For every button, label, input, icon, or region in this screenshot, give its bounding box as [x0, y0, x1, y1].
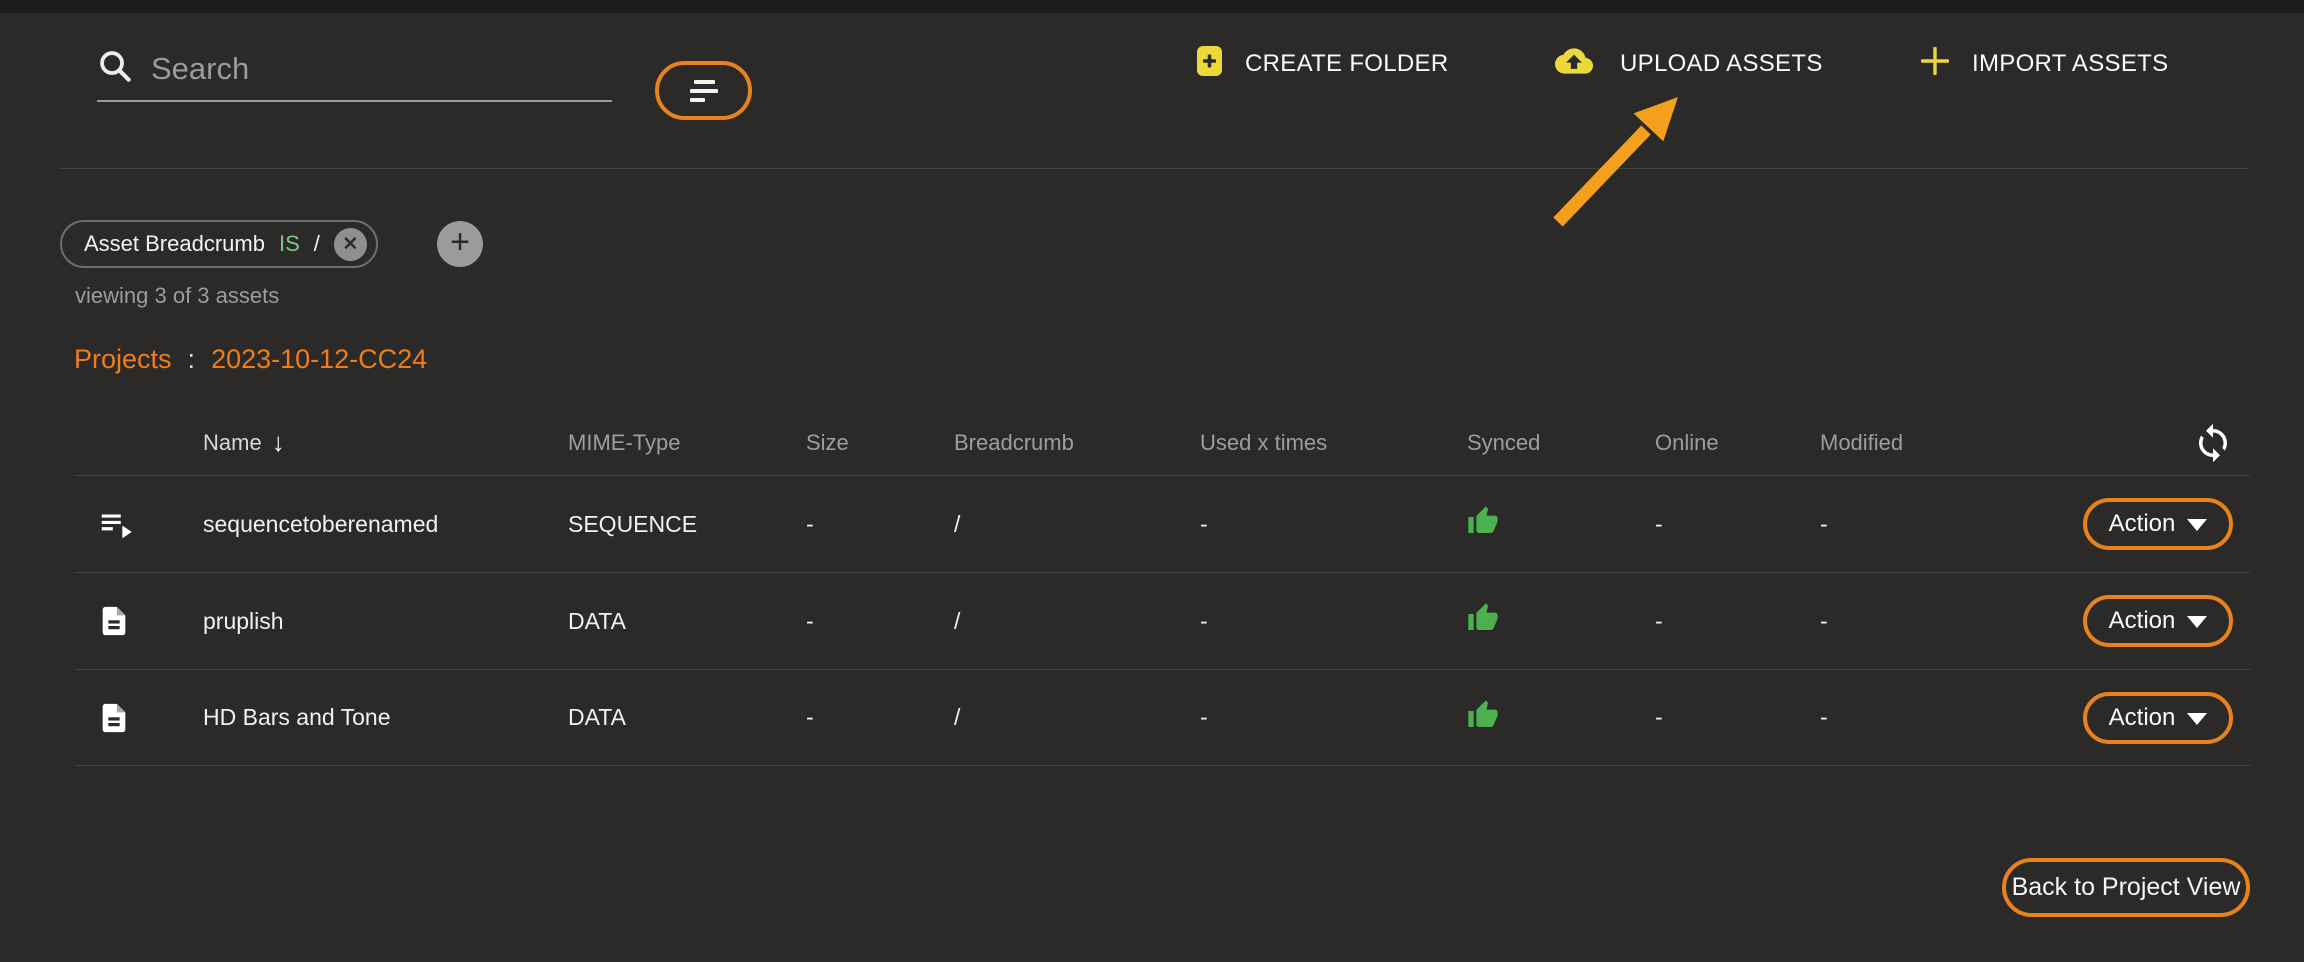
import-assets-label: IMPORT ASSETS	[1972, 50, 2168, 78]
column-header-mime-type[interactable]: MIME-Type	[568, 430, 806, 456]
cell-modified: -	[1820, 608, 2060, 635]
thumbs-up-icon	[1467, 602, 1499, 634]
thumbs-up-icon	[1467, 699, 1499, 731]
cell-breadcrumb: /	[954, 511, 1200, 538]
filter-lines-icon	[690, 80, 718, 102]
asset-table: Name ↓ MIME-Type Size Breadcrumb Used x …	[75, 410, 2250, 766]
add-filter-button[interactable]: +	[437, 221, 483, 267]
cell-online: -	[1655, 608, 1820, 635]
document-icon	[75, 699, 203, 737]
table-row[interactable]: sequencetoberenamed SEQUENCE - / - - - A…	[75, 475, 2250, 572]
cell-breadcrumb: /	[954, 608, 1200, 635]
cell-synced	[1467, 505, 1655, 543]
search-field-wrap	[97, 38, 612, 102]
filter-chip-value: /	[314, 231, 320, 257]
breadcrumb-separator: :	[188, 344, 196, 375]
cell-size: -	[806, 511, 954, 538]
cell-online: -	[1655, 704, 1820, 731]
asset-manager-screen: CREATE FOLDER UPLOAD ASSETS IMPORT ASSET…	[0, 0, 2304, 962]
search-input[interactable]	[151, 51, 612, 87]
refresh-icon	[2192, 422, 2234, 464]
cell-mime-type: SEQUENCE	[568, 511, 806, 538]
filter-chip-asset-breadcrumb[interactable]: Asset Breadcrumb IS / ✕	[60, 220, 378, 268]
document-icon	[75, 602, 203, 640]
breadcrumb-projects-link[interactable]: Projects	[74, 344, 172, 375]
refresh-button[interactable]	[2192, 422, 2234, 464]
folder-plus-icon	[1196, 45, 1223, 84]
column-header-size[interactable]: Size	[806, 430, 954, 456]
table-row[interactable]: pruplish DATA - / - - - Action	[75, 572, 2250, 669]
close-icon: ✕	[342, 233, 358, 256]
breadcrumb-current-project-link[interactable]: 2023-10-12-CC24	[211, 344, 427, 375]
cell-synced	[1467, 699, 1655, 737]
action-menu-button[interactable]: Action	[2083, 595, 2233, 647]
cell-online: -	[1655, 511, 1820, 538]
action-menu-button[interactable]: Action	[2083, 692, 2233, 744]
upload-pointer-arrow	[1520, 80, 1700, 240]
table-row[interactable]: HD Bars and Tone DATA - / - - - Action	[75, 669, 2250, 766]
window-top-strip	[0, 0, 2304, 13]
create-folder-button[interactable]: CREATE FOLDER	[1196, 42, 1448, 86]
cell-name: HD Bars and Tone	[203, 704, 568, 731]
asset-count-summary: viewing 3 of 3 assets	[75, 283, 279, 309]
back-to-project-view-button[interactable]: Back to Project View	[2002, 858, 2250, 917]
cell-used-x-times: -	[1200, 608, 1467, 635]
filter-chip-operator: IS	[279, 231, 300, 257]
create-folder-label: CREATE FOLDER	[1245, 50, 1448, 78]
column-header-synced[interactable]: Synced	[1467, 430, 1655, 456]
column-header-online[interactable]: Online	[1655, 430, 1820, 456]
plus-icon	[1920, 46, 1950, 83]
column-header-name[interactable]: Name ↓	[203, 427, 568, 458]
cell-mime-type: DATA	[568, 608, 806, 635]
cell-size: -	[806, 704, 954, 731]
cell-breadcrumb: /	[954, 704, 1200, 731]
cell-modified: -	[1820, 511, 2060, 538]
cell-name: pruplish	[203, 608, 568, 635]
cell-synced	[1467, 602, 1655, 640]
cell-size: -	[806, 608, 954, 635]
filter-options-button[interactable]	[655, 61, 752, 120]
filter-chip-field: Asset Breadcrumb	[84, 231, 265, 257]
cell-name: sequencetoberenamed	[203, 511, 568, 538]
breadcrumb: Projects : 2023-10-12-CC24	[74, 344, 427, 375]
search-icon	[97, 48, 135, 91]
cell-modified: -	[1820, 704, 2060, 731]
chevron-down-icon	[2187, 519, 2207, 531]
upload-assets-label: UPLOAD ASSETS	[1620, 50, 1823, 78]
sequence-icon	[75, 505, 203, 543]
cell-used-x-times: -	[1200, 704, 1467, 731]
plus-icon: +	[450, 225, 470, 259]
column-header-modified[interactable]: Modified	[1820, 430, 2060, 456]
chevron-down-icon	[2187, 616, 2207, 628]
cell-mime-type: DATA	[568, 704, 806, 731]
sort-desc-icon: ↓	[272, 427, 285, 458]
import-assets-button[interactable]: IMPORT ASSETS	[1920, 42, 2168, 86]
toolbar-divider	[60, 168, 2248, 169]
thumbs-up-icon	[1467, 505, 1499, 537]
chevron-down-icon	[2187, 713, 2207, 725]
column-header-used-x-times[interactable]: Used x times	[1200, 430, 1467, 456]
filter-chip-remove-button[interactable]: ✕	[334, 228, 367, 261]
column-header-breadcrumb[interactable]: Breadcrumb	[954, 430, 1200, 456]
action-menu-button[interactable]: Action	[2083, 498, 2233, 550]
table-header-row: Name ↓ MIME-Type Size Breadcrumb Used x …	[75, 410, 2250, 475]
cell-used-x-times: -	[1200, 511, 1467, 538]
